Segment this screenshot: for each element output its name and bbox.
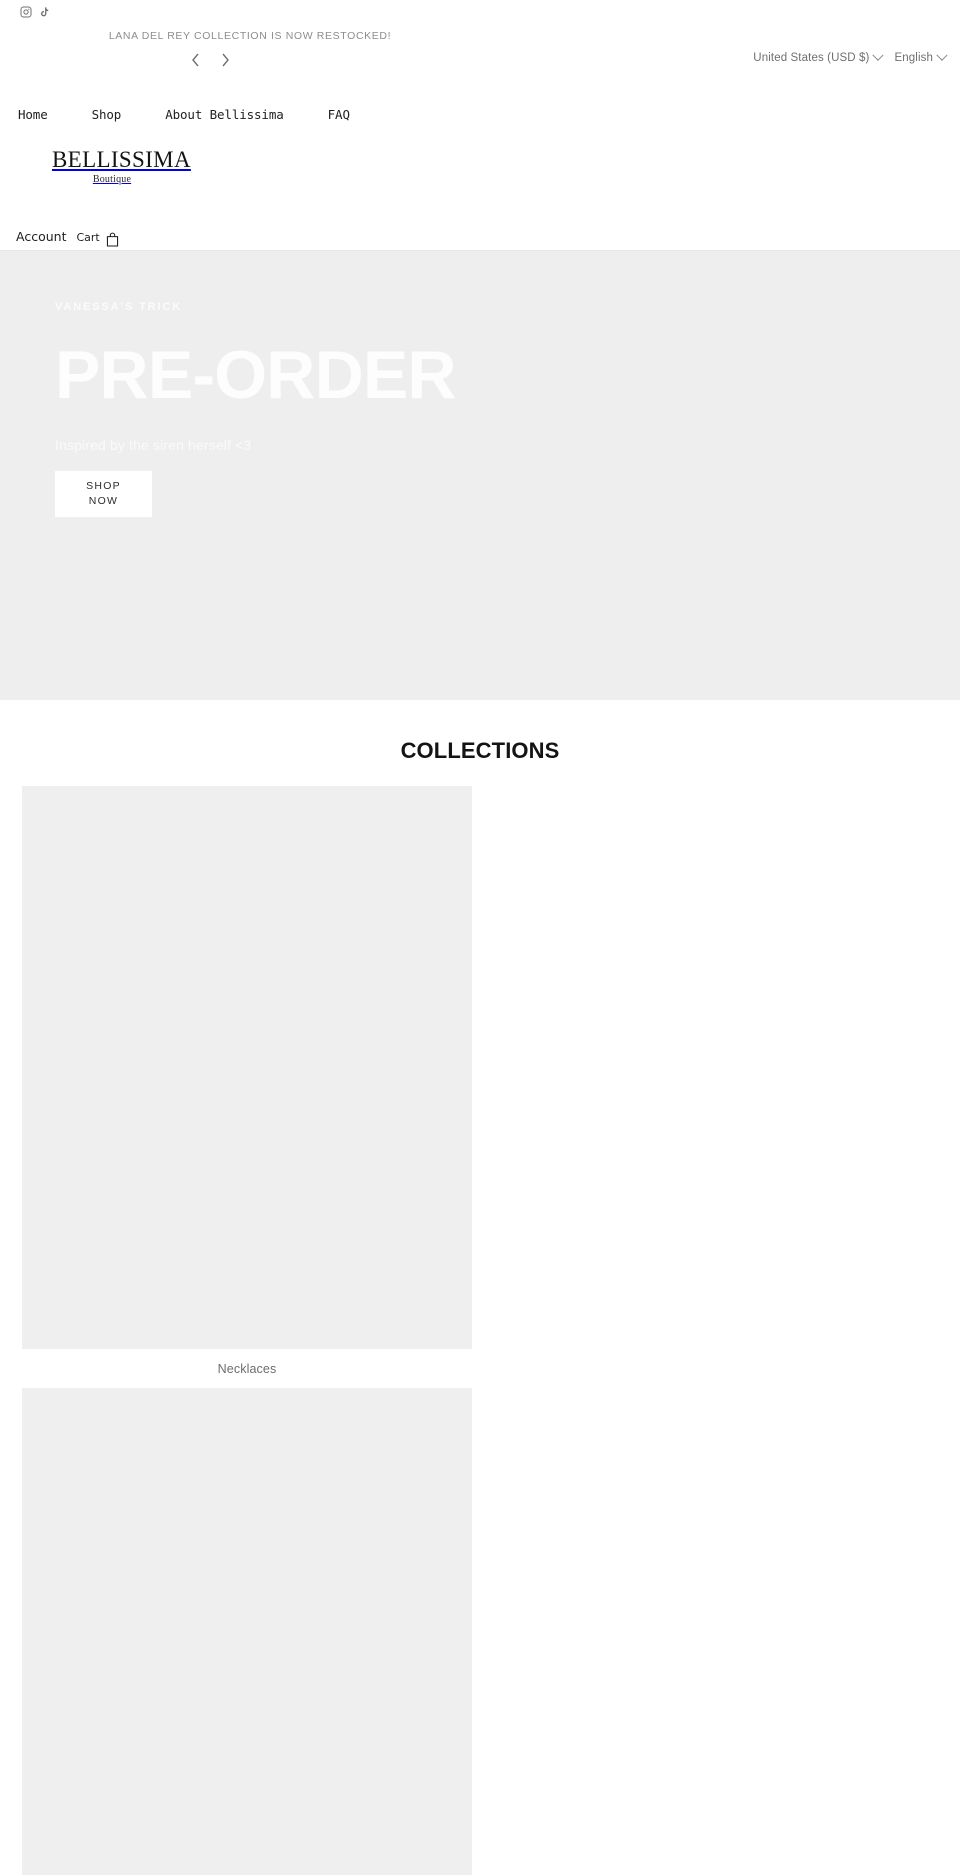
country-currency-selector[interactable]: United States (USD $) [753,49,885,64]
language-selector[interactable]: English [894,49,948,64]
previous-announcement-button[interactable] [185,50,205,70]
social-links [20,6,50,18]
nav-item-home[interactable]: Home [18,107,48,122]
logo-primary-text: BELLISSIMA [52,147,191,172]
cart-label: Cart [76,230,100,244]
shop-now-line-2: NOW [88,495,119,507]
shopping-bag-icon [106,232,119,250]
hero-subtitle: Inspired by the siren herself <3 [55,437,252,453]
announcement-bar: LANA DEL REY COLLECTION IS NOW RESTOCKED… [0,30,960,42]
collection-image-placeholder [22,786,472,1349]
chevron-down-icon [872,49,885,61]
language-value: English [894,52,933,64]
instagram-icon[interactable] [20,6,32,18]
collections-section: COLLECTIONS Necklaces [0,700,960,1875]
collections-heading: COLLECTIONS [400,738,560,763]
announcement-text: LANA DEL REY COLLECTION IS NOW RESTOCKED… [108,30,392,42]
announcement-carousel-controls [0,50,420,70]
hero-content: VANESSA'S TRICK PRE-ORDER Inspired by th… [55,301,675,517]
hero-eyebrow: VANESSA'S TRICK [55,301,183,313]
nav-item-about-bellissima[interactable]: About Bellissima [165,107,284,122]
collection-label: Necklaces [217,1362,277,1376]
logo-secondary-text: Boutique [92,174,132,186]
cart-link[interactable]: Cart [76,228,118,247]
collection-card-second[interactable] [22,1388,472,1875]
hero-title: PRE-ORDER [55,337,457,413]
site-logo[interactable]: BELLISSIMA Boutique [52,147,191,186]
top-utility-bar: LANA DEL REY COLLECTION IS NOW RESTOCKED… [0,0,960,96]
country-currency-value: United States (USD $) [753,52,870,64]
shop-now-line-1: SHOP [86,479,121,492]
collection-card-necklaces[interactable]: Necklaces [22,786,472,1388]
tiktok-icon[interactable] [39,6,50,18]
hero-banner: VANESSA'S TRICK PRE-ORDER Inspired by th… [0,251,960,700]
nav-item-faq[interactable]: FAQ [328,107,350,122]
chevron-down-icon [936,49,948,61]
locale-selectors: United States (USD $) English [753,49,948,64]
nav-item-shop[interactable]: Shop [92,107,122,122]
collection-image-placeholder [22,1388,472,1875]
account-cart-bar: Account Cart [16,228,119,247]
main-navigation: Home Shop About Bellissima FAQ [0,96,960,132]
shop-now-button[interactable]: SHOP NOW [55,471,152,517]
collections-list: Necklaces [0,786,960,1875]
next-announcement-button[interactable] [215,50,235,70]
account-link[interactable]: Account [16,229,66,244]
